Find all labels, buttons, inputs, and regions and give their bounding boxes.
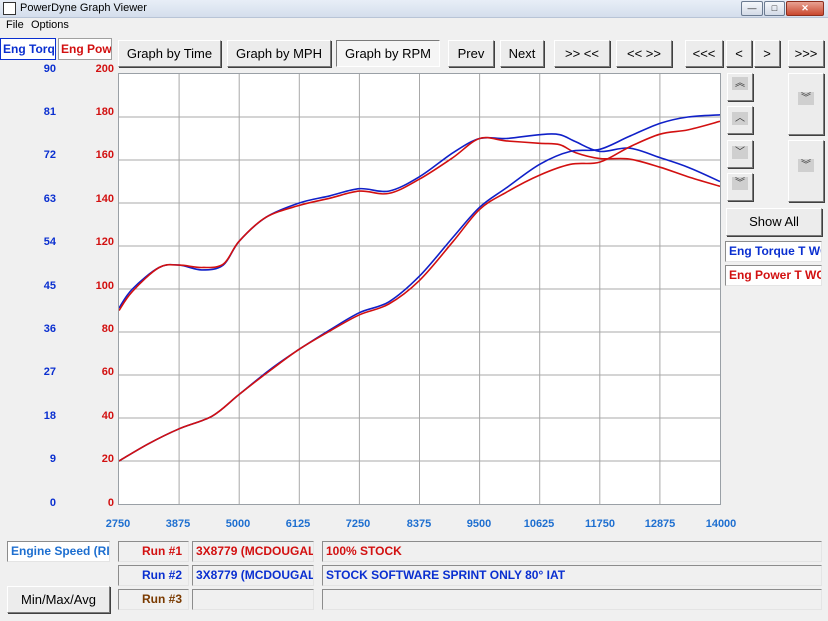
- x-tick: 2750: [105, 518, 131, 530]
- last-button[interactable]: >>>: [788, 40, 824, 67]
- y-right-tick: 100: [95, 280, 114, 292]
- expand-up-button[interactable]: ︾: [788, 73, 824, 135]
- double-chevron-down-icon: ︾: [798, 92, 814, 105]
- y-right-tick: 0: [107, 497, 114, 509]
- run-3-vehicle[interactable]: [192, 589, 314, 610]
- run-2-label[interactable]: Run #2: [118, 565, 189, 586]
- run-1-description[interactable]: 100% STOCK: [322, 541, 822, 562]
- x-tick: 8375: [406, 518, 432, 530]
- app-icon: [3, 2, 16, 15]
- scroll-down-fast-button[interactable]: ︾: [727, 173, 753, 201]
- y-left-tick: 81: [43, 106, 56, 118]
- legend-eng-torque[interactable]: Eng Torque T WC: [725, 241, 822, 262]
- menu-bar: File Options: [0, 18, 828, 33]
- expand-down-button[interactable]: ︾: [788, 140, 824, 202]
- y-right-tick: 80: [101, 323, 114, 335]
- x-tick: 12875: [644, 518, 676, 530]
- min-max-avg-button[interactable]: Min/Max/Avg: [7, 586, 110, 613]
- x-axis-channel-field[interactable]: Engine Speed (RI: [7, 541, 110, 562]
- y-right-tick: 40: [101, 410, 114, 422]
- close-icon[interactable]: ✕: [786, 1, 824, 16]
- dyno-chart: [118, 74, 721, 504]
- run-3-description[interactable]: [322, 589, 822, 610]
- window-title: PowerDyne Graph Viewer: [20, 2, 147, 14]
- y-right-tick: 160: [95, 149, 114, 161]
- zoom-in-button[interactable]: >> <<: [554, 40, 610, 67]
- y-left-tick: 54: [43, 236, 56, 248]
- y-left-tick: 72: [43, 149, 56, 161]
- scroll-up-fast-button[interactable]: ︽: [727, 73, 753, 101]
- y-left-tick: 9: [49, 453, 56, 465]
- y-right-tick: 20: [101, 453, 114, 465]
- x-tick: 9500: [466, 518, 492, 530]
- show-all-button[interactable]: Show All: [726, 208, 822, 236]
- chevron-down-icon: ﹀: [732, 146, 748, 159]
- graph-plot-area[interactable]: [118, 73, 721, 505]
- prev-button[interactable]: Prev: [448, 40, 494, 67]
- forward-button[interactable]: >: [754, 40, 780, 67]
- legend-eng-power[interactable]: Eng Power T WC: [725, 265, 822, 286]
- y-right-tick: 60: [101, 366, 114, 378]
- y-left-tick: 36: [43, 323, 56, 335]
- graph-by-mph-button[interactable]: Graph by MPH: [227, 40, 331, 67]
- double-chevron-up-icon: ︽: [732, 77, 748, 90]
- double-chevron-down-icon: ︾: [732, 177, 748, 190]
- run-3-label[interactable]: Run #3: [118, 589, 189, 610]
- y-left-tick: 45: [43, 280, 56, 292]
- y-left-tick: 90: [43, 63, 56, 75]
- y-left-tick: 63: [43, 193, 56, 205]
- graph-by-time-button[interactable]: Graph by Time: [118, 40, 221, 67]
- y-right-tick: 140: [95, 193, 114, 205]
- x-tick: 10625: [523, 518, 555, 530]
- back-button[interactable]: <: [726, 40, 752, 67]
- x-tick: 5000: [225, 518, 251, 530]
- y-right-tick: 120: [95, 236, 114, 248]
- maximize-icon[interactable]: □: [764, 1, 785, 16]
- run-1-label[interactable]: Run #1: [118, 541, 189, 562]
- double-chevron-down-icon: ︾: [798, 159, 814, 172]
- run-1-vehicle[interactable]: 3X8779 (MCDOUGALL: [192, 541, 314, 562]
- x-tick: 11750: [585, 518, 615, 530]
- y-right-tick: 200: [95, 63, 114, 75]
- x-tick: 6125: [285, 518, 311, 530]
- y-left-tick: 27: [43, 366, 56, 378]
- title-bar: PowerDyne Graph Viewer — □ ✕: [0, 0, 828, 18]
- zoom-out-button[interactable]: << >>: [616, 40, 672, 67]
- run-2-description[interactable]: STOCK SOFTWARE SPRINT ONLY 80° IAT: [322, 565, 822, 586]
- tab-eng-power[interactable]: Eng Powe: [58, 38, 112, 60]
- scroll-down-button[interactable]: ﹀: [727, 140, 753, 168]
- y-right-tick: 180: [95, 106, 114, 118]
- scroll-up-button[interactable]: ︿: [727, 106, 753, 134]
- chevron-up-icon: ︿: [732, 112, 748, 125]
- first-button[interactable]: <<<: [685, 40, 723, 67]
- graph-by-rpm-button[interactable]: Graph by RPM: [336, 40, 440, 67]
- x-tick: 7250: [345, 518, 371, 530]
- minimize-icon[interactable]: —: [741, 1, 763, 16]
- grid-lines: [119, 74, 720, 504]
- menu-file[interactable]: File: [6, 19, 24, 31]
- tab-eng-torque[interactable]: Eng Torq: [0, 38, 56, 60]
- run-2-vehicle[interactable]: 3X8779 (MCDOUGALL: [192, 565, 314, 586]
- x-tick: 3875: [165, 518, 191, 530]
- y-left-tick: 18: [43, 410, 56, 422]
- y-left-tick: 0: [49, 497, 56, 509]
- next-button[interactable]: Next: [500, 40, 544, 67]
- menu-options[interactable]: Options: [31, 19, 69, 31]
- x-tick: 14000: [705, 518, 737, 530]
